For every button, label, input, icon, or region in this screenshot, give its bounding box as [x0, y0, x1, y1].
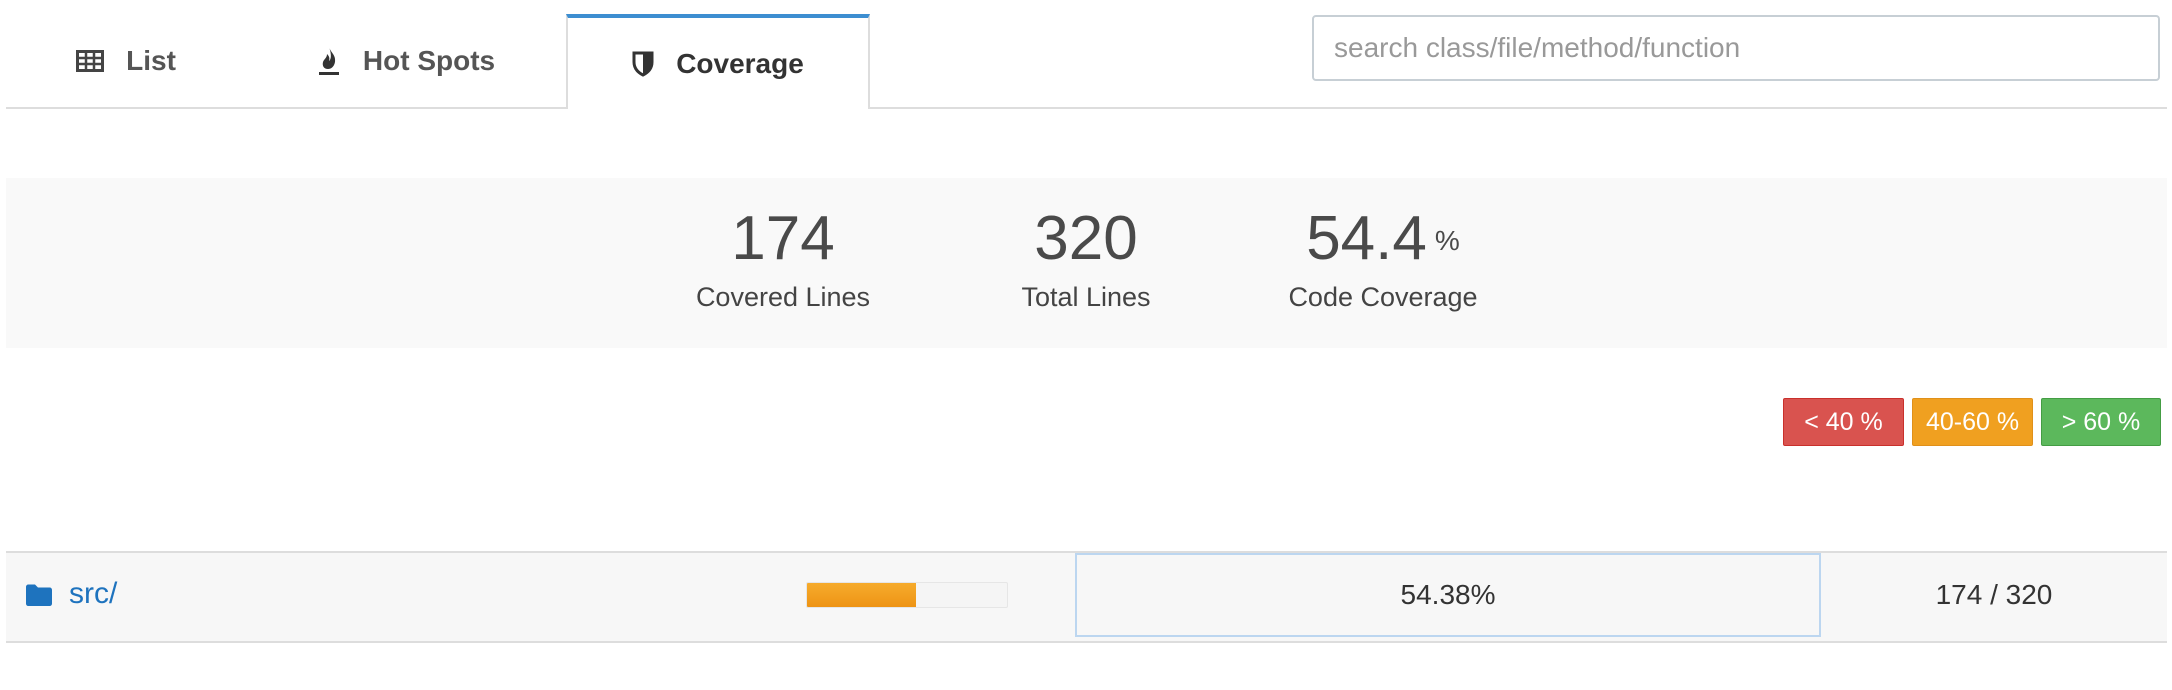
coverage-progress-fill	[807, 583, 916, 607]
code-coverage-unit: %	[1434, 225, 1460, 256]
legend-high-badge: > 60 %	[2041, 398, 2161, 446]
covered-lines-value: 174	[731, 204, 835, 273]
table-icon	[76, 49, 105, 72]
tab-hot-spots[interactable]: Hot Spots	[246, 14, 566, 107]
tab-list[interactable]: List	[6, 14, 246, 107]
total-lines-label: Total Lines	[1021, 282, 1151, 312]
search-input[interactable]	[1312, 15, 2160, 81]
coverage-summary: 174 Covered Lines 320 Total Lines 54.4% …	[6, 178, 2167, 348]
code-coverage-label: Code Coverage	[1288, 282, 1478, 312]
tab-coverage-label: Coverage	[676, 47, 804, 79]
covered-lines-label: Covered Lines	[695, 282, 871, 312]
shield-icon	[632, 51, 654, 77]
tab-hot-spots-label: Hot Spots	[362, 44, 496, 76]
folder-link[interactable]: src/	[69, 577, 117, 611]
code-coverage-stat: 54.4% Code Coverage	[1253, 202, 1513, 313]
total-lines-value: 320	[1034, 204, 1138, 273]
legend-low-badge: < 40 %	[1783, 398, 1904, 446]
coverage-progress-bar	[806, 582, 1008, 608]
legend-medium-badge: 40-60 %	[1912, 398, 2033, 446]
tab-list-label: List	[126, 44, 176, 76]
code-coverage-number: 54.4%	[1253, 202, 1513, 276]
covered-total-lines-cell: 174 / 320	[1935, 579, 2053, 610]
table-row: src/ 54.38% 174 / 320	[6, 551, 2167, 643]
coverage-percent-cell: 54.38%	[1075, 553, 1821, 637]
fire-icon	[317, 46, 341, 76]
covered-lines-stat: 174 Covered Lines	[653, 202, 913, 313]
total-lines-stat: 320 Total Lines	[956, 202, 1216, 313]
folder-icon	[25, 583, 53, 607]
tab-coverage[interactable]: Coverage	[566, 14, 870, 109]
code-coverage-value: 54.4	[1306, 204, 1427, 273]
